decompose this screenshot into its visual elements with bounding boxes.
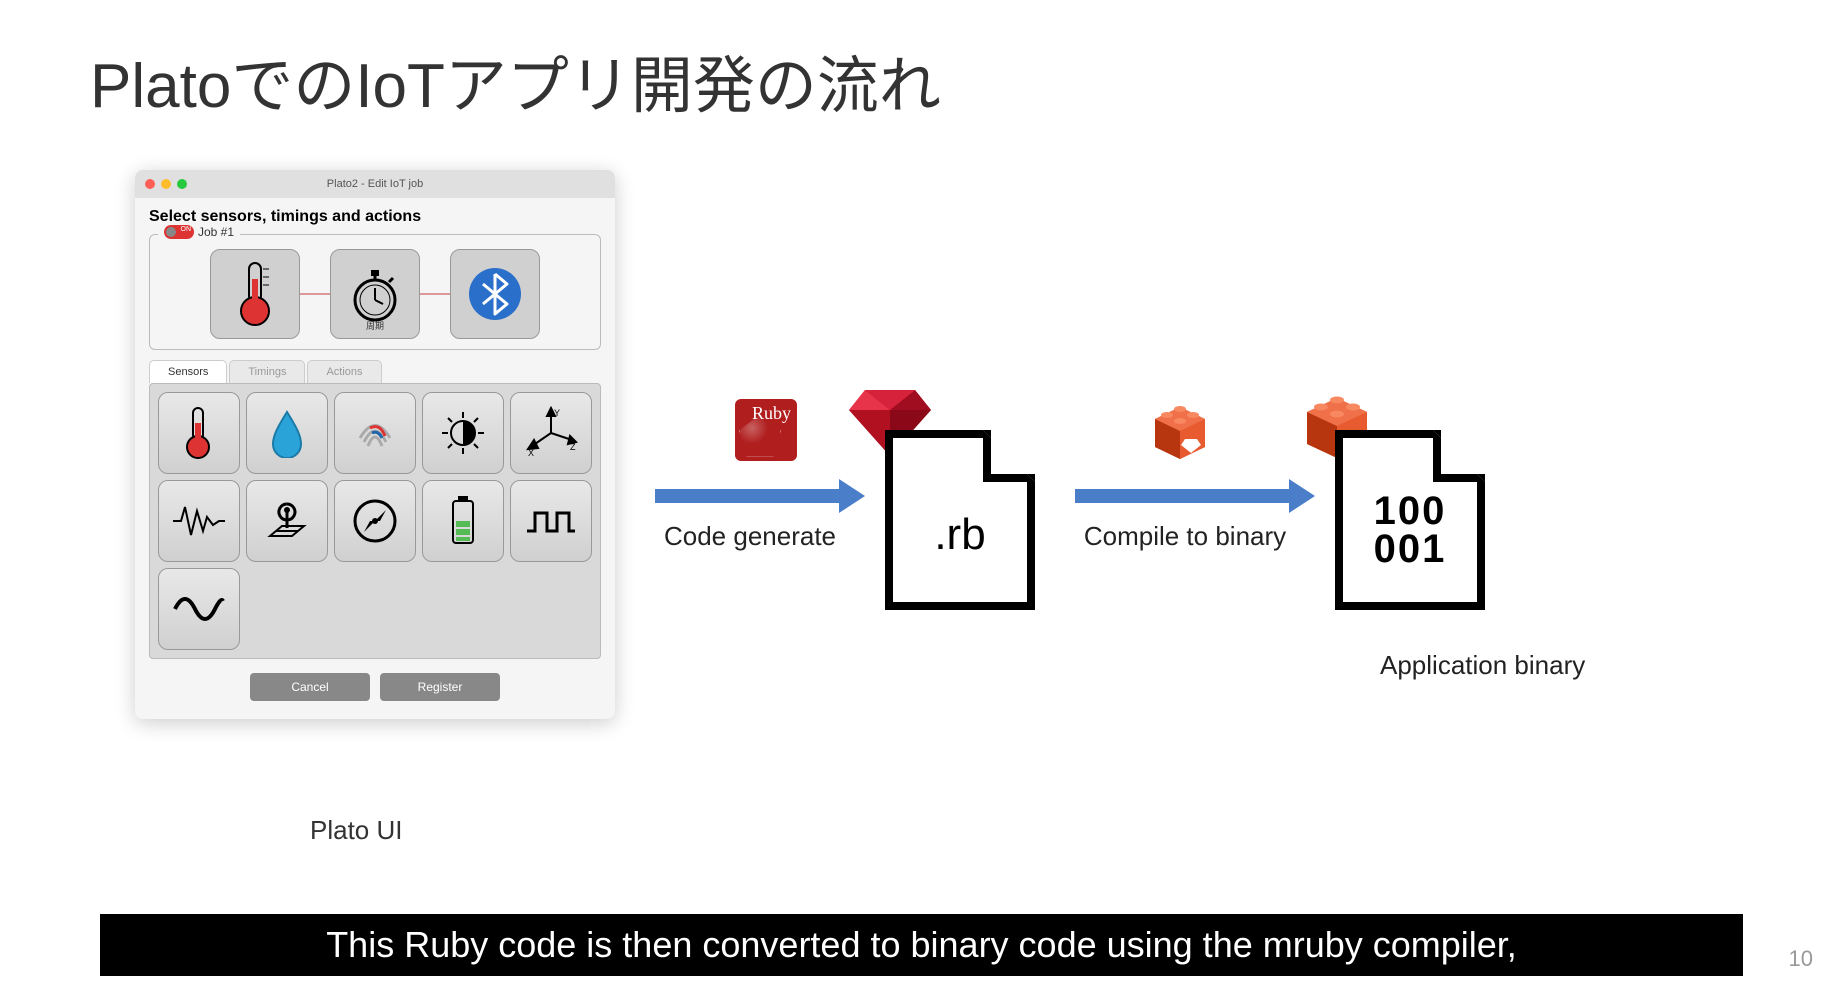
mruby-box-icon <box>1145 399 1215 463</box>
stopwatch-icon <box>347 264 403 324</box>
rb-file-ext: .rb <box>934 510 985 560</box>
axes-icon: Y Z X <box>524 406 578 460</box>
subtitle: This Ruby code is then converted to bina… <box>100 914 1743 976</box>
ruby-badge: Ruby <box>735 399 797 461</box>
application-binary-caption: Application binary <box>1380 650 1585 681</box>
sensor-fingerprint[interactable] <box>334 392 416 474</box>
sensor-compass[interactable] <box>334 480 416 562</box>
sensor-digital[interactable] <box>510 480 592 562</box>
binary-content: 100 001 <box>1374 492 1447 568</box>
sensor-gps[interactable] <box>246 480 328 562</box>
binary-file: 100 001 <box>1335 430 1485 610</box>
fingerprint-icon <box>350 408 400 458</box>
rb-file: .rb <box>885 430 1035 610</box>
svg-text:Z: Z <box>570 442 576 452</box>
job-toggle[interactable] <box>164 225 194 239</box>
stopwatch-label: 周期 <box>366 319 384 332</box>
job-label: Job #1 <box>198 225 234 239</box>
job-fieldset: Job #1 <box>149 234 601 350</box>
analog-wave-icon <box>171 587 227 631</box>
flow: Ruby Code generate .rb Compile to binary <box>655 430 1525 610</box>
job-tile-bluetooth[interactable] <box>450 249 540 339</box>
job-legend: Job #1 <box>158 225 240 239</box>
window-title: Plato2 - Edit IoT job <box>135 178 615 190</box>
slide-title: PlatoでのIoTアプリ開発の流れ <box>90 35 941 125</box>
job-tile-thermometer[interactable] <box>210 249 300 339</box>
thermometer-icon <box>233 259 277 329</box>
brightness-icon <box>438 408 488 458</box>
bluetooth-icon <box>465 264 525 324</box>
sensor-thermometer[interactable] <box>158 392 240 474</box>
tab-timings[interactable]: Timings <box>229 360 305 383</box>
svg-text:Y: Y <box>554 408 560 418</box>
window-titlebar: Plato2 - Edit IoT job <box>135 170 615 198</box>
vibration-icon <box>171 501 227 541</box>
sensor-battery[interactable] <box>422 480 504 562</box>
compile-label: Compile to binary <box>1084 521 1286 552</box>
plato-ui-caption: Plato UI <box>310 815 403 846</box>
cancel-button[interactable]: Cancel <box>250 673 370 701</box>
sensor-grid: Y Z X <box>149 383 601 659</box>
sensor-brightness[interactable] <box>422 392 504 474</box>
arrow-code-generate: Ruby Code generate <box>655 489 845 552</box>
sensor-vibration[interactable] <box>158 480 240 562</box>
code-generate-label: Code generate <box>664 521 836 552</box>
select-heading: Select sensors, timings and actions <box>149 208 601 226</box>
gps-pin-icon <box>262 496 312 546</box>
svg-text:X: X <box>528 448 534 458</box>
battery-icon <box>443 493 483 549</box>
page-number: 10 <box>1789 946 1813 972</box>
digital-pulse-icon <box>523 501 579 541</box>
thermometer-icon <box>179 405 219 461</box>
arrow-compile: Compile to binary <box>1075 489 1295 552</box>
compass-icon <box>350 496 400 546</box>
sensor-humidity[interactable] <box>246 392 328 474</box>
drop-icon <box>267 408 307 458</box>
job-tile-stopwatch[interactable]: 周期 <box>330 249 420 339</box>
tabs: Sensors Timings Actions <box>149 360 601 383</box>
tab-actions[interactable]: Actions <box>307 360 381 383</box>
sensor-axes[interactable]: Y Z X <box>510 392 592 474</box>
sensor-analog[interactable] <box>158 568 240 650</box>
tab-sensors[interactable]: Sensors <box>149 360 227 383</box>
plato-app-window: Plato2 - Edit IoT job Select sensors, ti… <box>135 170 615 719</box>
register-button[interactable]: Register <box>380 673 500 701</box>
